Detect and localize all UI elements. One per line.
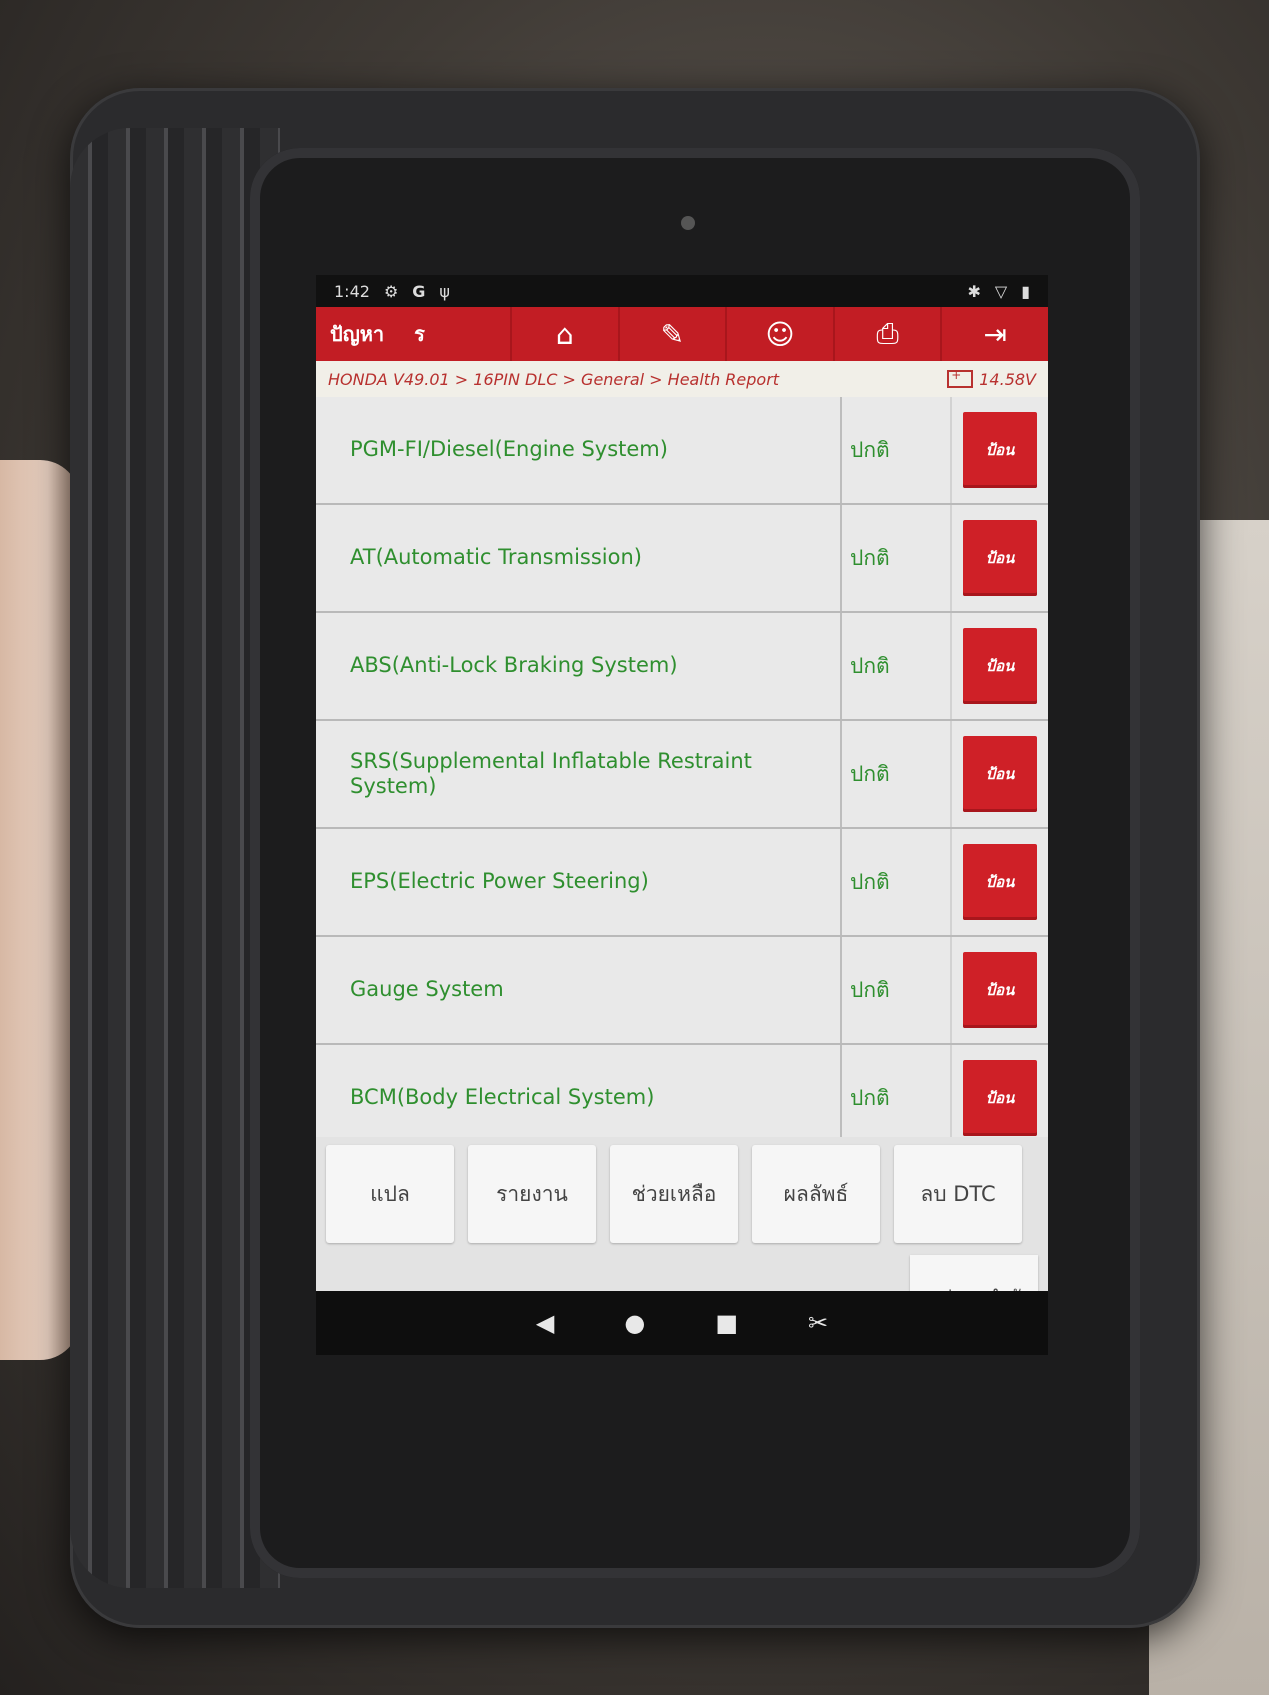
system-status: ปกติ — [842, 505, 952, 611]
enter-button[interactable]: ป้อน — [963, 412, 1037, 488]
support-button[interactable]: ☺ — [725, 307, 833, 361]
system-status: ปกติ — [842, 613, 952, 719]
exit-button[interactable]: ⇥ — [940, 307, 1048, 361]
hand — [0, 460, 80, 1360]
voltage-readout: 14.58V — [947, 368, 1036, 389]
print-icon: ⎙ — [876, 317, 899, 350]
translate-button[interactable]: แปล — [326, 1145, 454, 1243]
enter-button[interactable]: ป้อน — [963, 736, 1037, 812]
voltage-value: 14.58V — [979, 369, 1036, 389]
system-list: PGM-FI/Diesel(Engine System) ปกติ ป้อน A… — [316, 397, 1048, 1137]
toolbar-title: ปัญหา ร — [316, 307, 510, 361]
enter-button[interactable]: ป้อน — [963, 520, 1037, 596]
battery-icon: ▮ — [1021, 281, 1030, 301]
report-button[interactable]: รายงาน — [468, 1145, 596, 1243]
table-row: ABS(Anti-Lock Braking System) ปกติ ป้อน — [316, 613, 1048, 721]
table-row: BCM(Body Electrical System) ปกติ ป้อน — [316, 1045, 1048, 1137]
breadcrumb: HONDA V49.01 > 16PIN DLC > General > Hea… — [316, 361, 1048, 397]
bluetooth-icon: ✱ — [967, 281, 981, 301]
home-button[interactable]: ⌂ — [510, 307, 618, 361]
support-icon: ☺ — [765, 317, 795, 351]
table-row: AT(Automatic Transmission) ปกติ ป้อน — [316, 505, 1048, 613]
top-toolbar: ปัญหา ร ⌂ ✎ ☺ ⎙ ⇥ — [316, 307, 1048, 361]
system-name: ABS(Anti-Lock Braking System) — [316, 613, 842, 719]
system-name: SRS(Supplemental Inflatable Restraint Sy… — [316, 721, 842, 827]
google-icon: G — [412, 281, 426, 301]
edit-button[interactable]: ✎ — [617, 307, 726, 361]
recents-icon[interactable]: ■ — [715, 1309, 738, 1337]
home-circle-icon[interactable]: ● — [624, 1309, 645, 1337]
table-row: EPS(Electric Power Steering) ปกติ ป้อน — [316, 829, 1048, 937]
home-icon: ⌂ — [555, 317, 574, 351]
system-name: BCM(Body Electrical System) — [316, 1045, 842, 1137]
rubber-grip — [70, 128, 280, 1588]
gear-icon: ⚙ — [383, 281, 399, 301]
system-name: PGM-FI/Diesel(Engine System) — [316, 397, 842, 503]
exit-icon: ⇥ — [983, 317, 1007, 351]
table-row: Gauge System ปกติ ป้อน — [316, 937, 1048, 1045]
system-name: EPS(Electric Power Steering) — [316, 829, 842, 935]
system-name: AT(Automatic Transmission) — [316, 505, 842, 611]
result-button[interactable]: ผลลัพธ์ — [752, 1145, 880, 1243]
enter-button[interactable]: ป้อน — [963, 1060, 1037, 1136]
system-status: ปกติ — [842, 397, 952, 503]
toolbar-title-suffix: ร — [414, 322, 425, 346]
system-name: Gauge System — [316, 937, 842, 1043]
edit-icon: ✎ — [660, 317, 685, 351]
table-row: SRS(Supplemental Inflatable Restraint Sy… — [316, 721, 1048, 829]
system-status: ปกติ — [842, 937, 952, 1043]
status-bar: 1:42 ⚙ G ψ ✱ ▽ ▮ — [316, 275, 1048, 307]
screenshot-icon[interactable]: ✂ — [808, 1309, 828, 1337]
android-nav-bar: ◀ ● ■ ✂ — [316, 1291, 1048, 1355]
help-button[interactable]: ช่วยเหลือ — [610, 1145, 738, 1243]
usb-icon: ψ — [439, 281, 450, 301]
system-status: ปกติ — [842, 721, 952, 827]
system-status: ปกติ — [842, 829, 952, 935]
wifi-icon: ▽ — [994, 281, 1008, 301]
front-camera — [681, 216, 695, 230]
status-time: 1:42 — [334, 281, 370, 301]
enter-button[interactable]: ป้อน — [963, 628, 1037, 704]
clear-dtc-button[interactable]: ลบ DTC — [894, 1145, 1022, 1243]
system-status: ปกติ — [842, 1045, 952, 1137]
enter-button[interactable]: ป้อน — [963, 844, 1037, 920]
toolbar-title-text: ปัญหา — [330, 322, 385, 346]
enter-button[interactable]: ป้อน — [963, 952, 1037, 1028]
vehicle-battery-icon — [947, 368, 974, 388]
table-row: PGM-FI/Diesel(Engine System) ปกติ ป้อน — [316, 397, 1048, 505]
back-icon[interactable]: ◀ — [536, 1309, 554, 1337]
breadcrumb-path: HONDA V49.01 > 16PIN DLC > General > Hea… — [328, 369, 780, 389]
tablet-screen: 1:42 ⚙ G ψ ✱ ▽ ▮ ปัญหา ร ⌂ ✎ ☺ ⎙ ⇥ HONDA… — [316, 275, 1048, 1355]
print-button[interactable]: ⎙ — [832, 307, 941, 361]
